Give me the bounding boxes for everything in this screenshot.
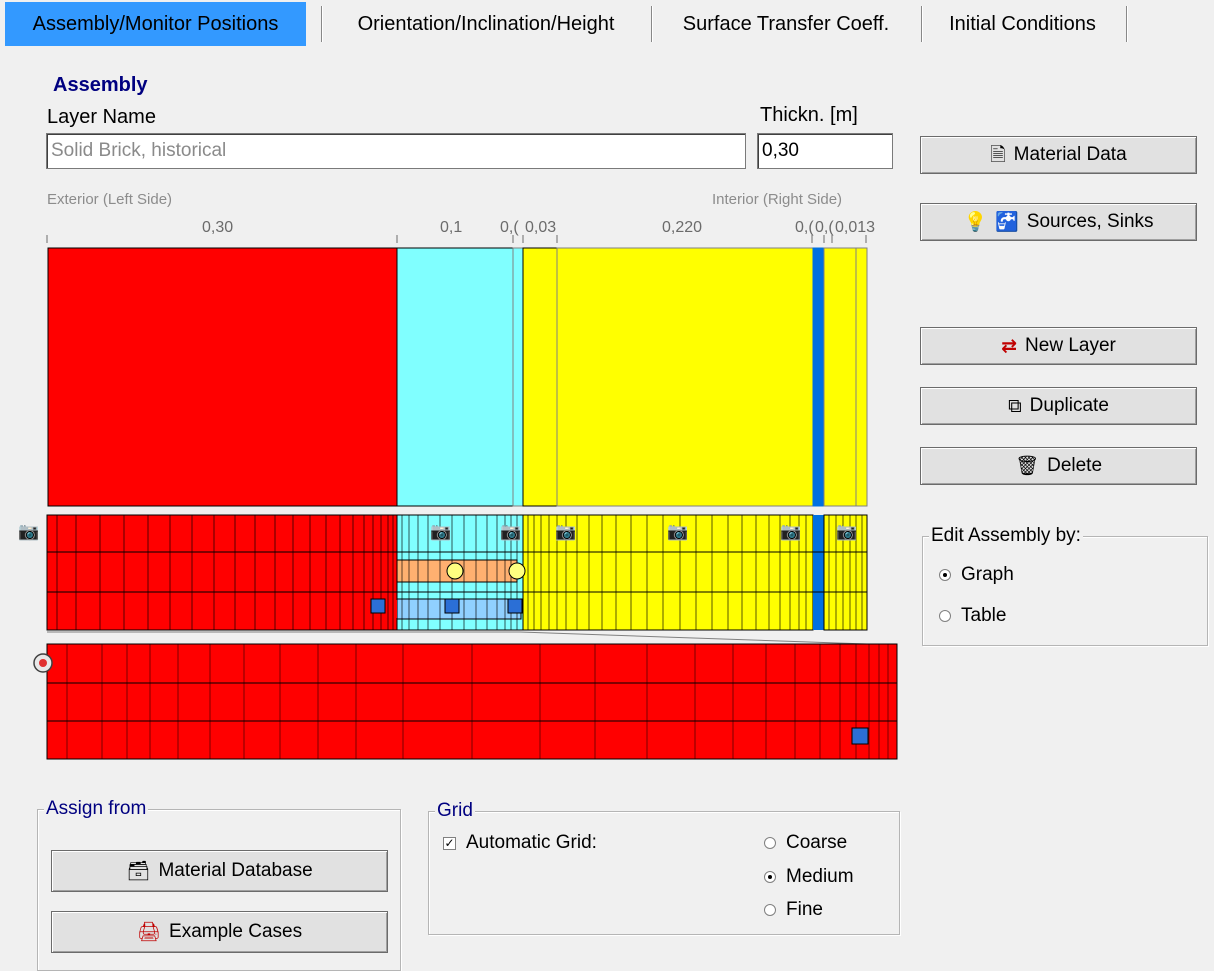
radio-graph[interactable]: Graph [939, 564, 1014, 586]
radio-graph-dot[interactable] [939, 569, 951, 581]
thickness-label: Thickn. [m] [760, 104, 858, 126]
layer-yellow-main[interactable] [556, 247, 814, 507]
layer-name-field[interactable]: Solid Brick, historical [46, 133, 746, 169]
radio-graph-label: Graph [961, 564, 1014, 585]
tab-separator [321, 6, 322, 42]
sink-icon [851, 727, 869, 745]
material-data-button[interactable]: 🗎 Material Data [920, 136, 1197, 174]
svg-text:📷: 📷 [555, 522, 576, 542]
radio-medium-label: Medium [786, 866, 854, 887]
radio-table[interactable]: Table [939, 605, 1006, 627]
example-cases-label: Example Cases [169, 921, 303, 942]
database-icon: 🗃 [126, 860, 151, 882]
document-icon: 🗎 [990, 144, 1006, 166]
tab-orientation[interactable]: Orientation/Inclination/Height [330, 2, 642, 46]
sources-sinks-label: Sources, Sinks [1026, 211, 1154, 232]
delete-label: Delete [1047, 455, 1103, 476]
edit-assembly-title: Edit Assembly by: [929, 525, 1083, 547]
tab-strip: Assembly/Monitor Positions Orientation/I… [0, 0, 1214, 48]
layer-blue-membrane[interactable] [812, 247, 825, 507]
new-layer-label: New Layer [1025, 335, 1116, 356]
faucet-icon: 🚰 [995, 211, 1019, 233]
interior-label: Interior (Right Side) [712, 191, 843, 208]
thickness-field[interactable]: 0,30 [757, 133, 893, 169]
new-layer-icon: ⇄ [1001, 335, 1018, 357]
svg-text:📷: 📷 [18, 522, 39, 542]
grid-group: Grid ✓ Automatic Grid: Coarse Medium Fin… [428, 800, 900, 935]
bulb-icon: 💡 [963, 211, 988, 233]
layer-name-label: Layer Name [47, 106, 156, 128]
duplicate-button[interactable]: ⧉ Duplicate [920, 387, 1197, 425]
layer-cyan[interactable] [396, 247, 514, 507]
tab-assembly-monitor-positions[interactable]: Assembly/Monitor Positions [5, 2, 306, 46]
grid-band[interactable]: 📷 📷 📷 📷 📷 📷 📷 [18, 514, 868, 645]
delete-button[interactable]: 🗑 Delete [920, 447, 1197, 485]
assign-from-title: Assign from [44, 798, 149, 820]
assembly-graphic[interactable]: 📷 📷 📷 📷 📷 📷 📷 [0, 228, 910, 768]
radio-coarse-dot[interactable] [764, 837, 776, 849]
tab-separator [651, 6, 652, 42]
material-database-label: Material Database [158, 860, 313, 881]
radio-fine-dot[interactable] [764, 904, 776, 916]
exterior-label: Exterior (Left Side) [47, 191, 173, 208]
trash-icon: 🗑 [1014, 455, 1040, 477]
layer-yellow-inner[interactable] [823, 247, 857, 507]
layer-yellow-thin[interactable] [522, 247, 558, 507]
tab-separator [1126, 6, 1127, 42]
tab-initial-conditions[interactable]: Initial Conditions [930, 2, 1115, 46]
example-cases-icon: 🖨 [136, 921, 162, 943]
sources-sinks-button[interactable]: 💡 🚰 Sources, Sinks [920, 203, 1197, 241]
svg-text:📷: 📷 [500, 522, 521, 542]
automatic-grid-label: Automatic Grid: [466, 832, 597, 853]
layer-cyan-thin[interactable] [512, 247, 524, 507]
material-database-button[interactable]: 🗃 Material Database [51, 850, 388, 892]
svg-text:📷: 📷 [836, 522, 857, 542]
duplicate-label: Duplicate [1029, 395, 1109, 416]
radio-table-label: Table [961, 605, 1007, 626]
tab-surface-transfer[interactable]: Surface Transfer Coeff. [660, 2, 912, 46]
expanded-grid[interactable] [33, 643, 898, 760]
svg-text:📷: 📷 [667, 522, 688, 542]
svg-text:📷: 📷 [430, 522, 451, 542]
tab-separator [921, 6, 922, 42]
grid-title: Grid [435, 800, 475, 822]
layer-inner-finish[interactable] [855, 247, 868, 507]
duplicate-icon: ⧉ [1008, 395, 1022, 417]
radio-fine-label: Fine [786, 899, 823, 920]
example-cases-button[interactable]: 🖨 Example Cases [51, 911, 388, 953]
radio-table-dot[interactable] [939, 610, 951, 622]
radio-coarse[interactable]: Coarse [764, 832, 847, 854]
layer-bars[interactable] [47, 247, 868, 507]
new-layer-button[interactable]: ⇄ New Layer [920, 327, 1197, 365]
assembly-heading: Assembly [53, 74, 148, 96]
thickness-ticks [46, 235, 867, 243]
automatic-grid-checkbox[interactable]: ✓ Automatic Grid: [443, 832, 597, 854]
edit-assembly-group: Edit Assembly by: Graph Table [922, 525, 1208, 646]
radio-coarse-label: Coarse [786, 832, 848, 853]
material-data-label: Material Data [1013, 144, 1127, 165]
radio-medium-dot[interactable] [764, 871, 776, 883]
svg-text:📷: 📷 [780, 522, 801, 542]
automatic-grid-checkbox-box[interactable]: ✓ [443, 836, 456, 850]
layer-solid-brick[interactable] [47, 247, 398, 507]
radio-fine[interactable]: Fine [764, 899, 823, 921]
radio-medium[interactable]: Medium [764, 866, 854, 888]
